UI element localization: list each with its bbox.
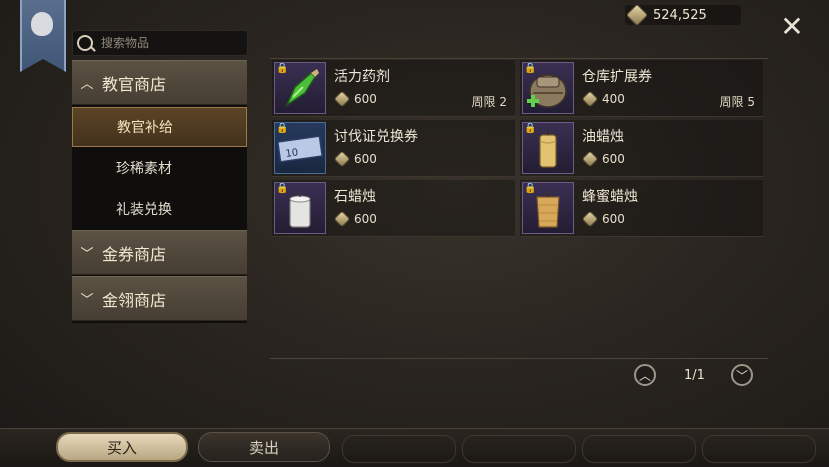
- shop-item[interactable]: 🔒 活力药剂 600 周限 2: [272, 60, 515, 117]
- ticket-icon: 🔒 10: [274, 122, 326, 174]
- sell-label: 卖出: [248, 438, 279, 457]
- buy-tab-button[interactable]: 买入: [56, 432, 188, 462]
- currency-display: 524,525: [625, 3, 741, 27]
- item-price: 600: [581, 150, 625, 168]
- gem-coin-icon: [581, 90, 599, 108]
- price-value: 600: [354, 152, 377, 166]
- footer-ornament: [582, 435, 696, 463]
- shop-item[interactable]: 🔒 仓库扩展券 400 周限 5: [520, 60, 763, 117]
- lock-icon: 🔒: [276, 63, 289, 74]
- footer-ornament: [462, 435, 576, 463]
- shop-item[interactable]: 🔒 油蜡烛 600: [520, 120, 763, 177]
- currency-amount: 524,525: [653, 7, 707, 23]
- close-icon[interactable]: ✕: [780, 13, 804, 41]
- category-label: 金翎商店: [102, 290, 167, 310]
- item-name: 蜂蜜蜡烛: [582, 189, 638, 205]
- category-gold-feather-shop[interactable]: ﹀ 金翎商店: [72, 276, 247, 321]
- gem-coin-icon: [625, 3, 649, 27]
- purchase-limit: 周限 2: [471, 95, 507, 109]
- candle-icon: 🔒: [522, 122, 574, 174]
- potion-icon: 🔒: [274, 62, 326, 114]
- chevron-down-icon: ﹀: [80, 293, 94, 308]
- lock-icon: 🔒: [524, 183, 537, 194]
- chevron-up-icon: ︿: [80, 77, 94, 92]
- item-price: 600: [333, 90, 377, 108]
- candle-icon: 🔒: [522, 182, 574, 234]
- shop-item[interactable]: 🔒 石蜡烛 600: [272, 180, 515, 237]
- category-label: 金券商店: [102, 244, 167, 264]
- shop-item[interactable]: 🔒 蜂蜜蜡烛 600: [520, 180, 763, 237]
- subcategory-rare-materials[interactable]: 珍稀素材: [72, 148, 247, 188]
- item-price: 600: [581, 210, 625, 228]
- category-sidebar: ︿ 教官商店 教官补给 珍稀素材 礼装兑换 ﹀ 金券商店 ﹀ 金翎商店: [72, 60, 247, 323]
- search-icon: [77, 35, 93, 51]
- divider: [270, 358, 768, 359]
- buy-label: 买入: [106, 438, 137, 457]
- item-price: 400: [581, 90, 625, 108]
- item-price: 600: [333, 150, 377, 168]
- shop-banner: [20, 0, 66, 72]
- item-price: 600: [333, 210, 377, 228]
- sell-tab-button[interactable]: 卖出: [198, 432, 330, 462]
- shop-item[interactable]: 🔒 10 讨伐证兑换券 600: [272, 120, 515, 177]
- price-value: 400: [602, 92, 625, 106]
- subcategory-label: 珍稀素材: [116, 161, 172, 177]
- money-bag-icon: [31, 12, 53, 36]
- page-up-button[interactable]: ︿: [634, 364, 656, 386]
- chevron-down-icon: ﹀: [80, 247, 94, 262]
- footer-ornament: [702, 435, 816, 463]
- lock-icon: 🔒: [524, 123, 537, 134]
- item-name: 仓库扩展券: [582, 69, 652, 85]
- price-value: 600: [354, 92, 377, 106]
- subcategory-label: 教官补给: [117, 120, 173, 136]
- footer-ornament: [342, 435, 456, 463]
- search-bar: [72, 30, 248, 56]
- gem-coin-icon: [581, 150, 599, 168]
- divider: [270, 58, 768, 59]
- lock-icon: 🔒: [276, 123, 289, 134]
- subcategory-costume-exchange[interactable]: 礼装兑换: [72, 189, 247, 229]
- category-label: 教官商店: [102, 74, 167, 94]
- price-value: 600: [602, 152, 625, 166]
- item-name: 油蜡烛: [582, 129, 624, 145]
- item-name: 石蜡烛: [334, 189, 376, 205]
- category-gold-voucher-shop[interactable]: ﹀ 金券商店: [72, 230, 247, 275]
- backpack-icon: 🔒: [522, 62, 574, 114]
- ticket-badge: 10: [285, 147, 299, 160]
- search-input[interactable]: [99, 35, 243, 51]
- price-value: 600: [602, 212, 625, 226]
- lock-icon: 🔒: [524, 63, 537, 74]
- item-name: 活力药剂: [334, 69, 390, 85]
- item-name: 讨伐证兑换券: [334, 129, 418, 145]
- subcategory-instructor-supply[interactable]: 教官补给: [72, 107, 247, 147]
- gem-coin-icon: [333, 210, 351, 228]
- lock-icon: 🔒: [276, 183, 289, 194]
- subcategory-label: 礼装兑换: [116, 202, 172, 218]
- gem-coin-icon: [333, 150, 351, 168]
- category-instructor-shop[interactable]: ︿ 教官商店: [72, 60, 247, 105]
- purchase-limit: 周限 5: [719, 95, 755, 109]
- page-indicator: 1/1: [684, 368, 705, 383]
- price-value: 600: [354, 212, 377, 226]
- page-down-button[interactable]: ﹀: [731, 364, 753, 386]
- candle-icon: 🔒: [274, 182, 326, 234]
- gem-coin-icon: [581, 210, 599, 228]
- gem-coin-icon: [333, 90, 351, 108]
